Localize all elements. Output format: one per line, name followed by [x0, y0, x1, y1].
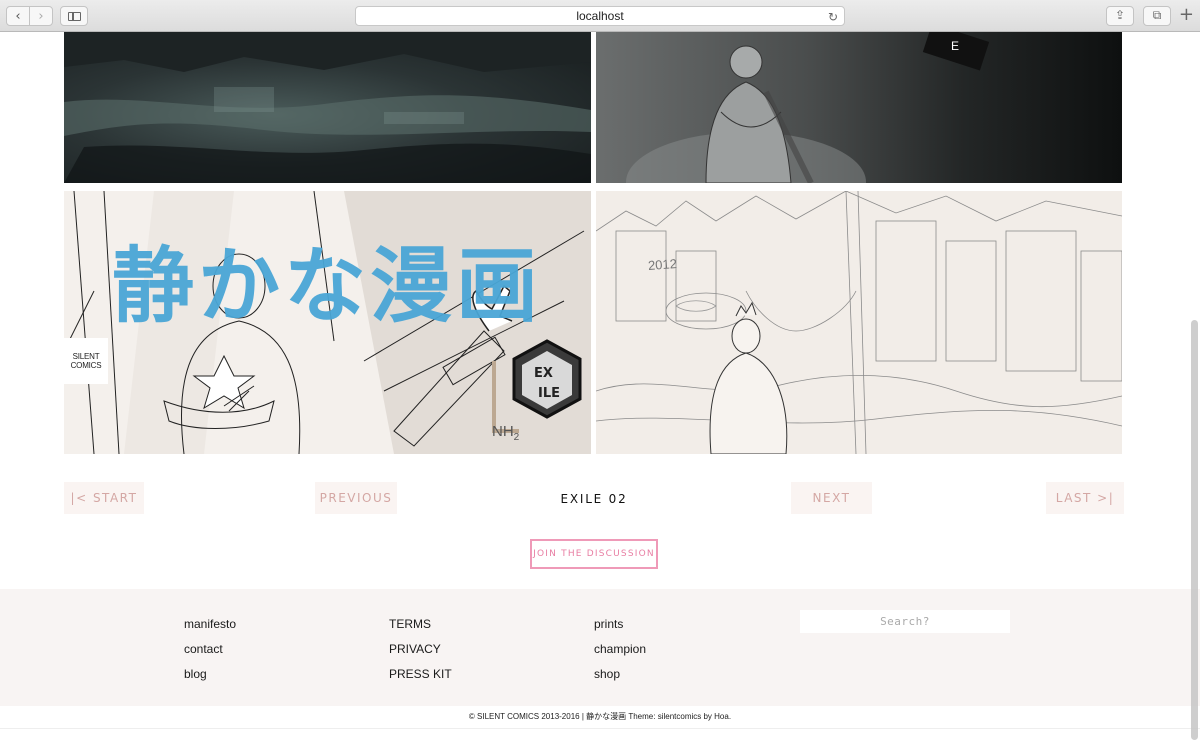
- logo-line-2: COMICS: [70, 361, 102, 370]
- comic-panel-4: 2012: [596, 191, 1122, 454]
- svg-text:E: E: [951, 39, 959, 53]
- tabs-icon: ⧉: [1152, 8, 1162, 22]
- next-page-button[interactable]: NEXT: [791, 482, 872, 514]
- footer-link-champion[interactable]: champion: [594, 642, 646, 656]
- share-icon: ⇪: [1114, 8, 1126, 22]
- bottom-strip: [0, 728, 1200, 750]
- browser-toolbar: ‹ › localhost ↻ ⇪ ⧉ +: [0, 0, 1200, 32]
- current-page-title: EXILE 02: [560, 492, 628, 506]
- footer-link-shop[interactable]: shop: [594, 667, 620, 681]
- comic-panel-3: EX ILE 静かな漫画 SILENT COMICS NH2: [64, 191, 591, 454]
- tabs-overview-button[interactable]: ⧉: [1143, 6, 1171, 26]
- footer-link-privacy[interactable]: PRIVACY: [389, 642, 441, 656]
- url-text: localhost: [576, 9, 624, 23]
- address-bar[interactable]: localhost ↻: [355, 6, 845, 26]
- panel-title-japanese: 静かな漫画: [112, 239, 543, 334]
- footer-link-terms[interactable]: TERMS: [389, 617, 431, 631]
- nh2-label: NH2: [492, 423, 519, 443]
- copyright-text: © SILENT COMICS 2013-2016 | 静かな漫画 Theme:…: [468, 712, 732, 721]
- logo-line-1: SILENT: [72, 352, 100, 361]
- sidebar-toggle-button[interactable]: [60, 6, 88, 26]
- footer-link-blog[interactable]: blog: [184, 667, 207, 681]
- back-button[interactable]: ‹: [6, 6, 30, 26]
- chevron-right-icon: ›: [38, 8, 44, 24]
- page-scrollbar[interactable]: [1191, 320, 1198, 740]
- nh2-subscript: 2: [513, 432, 520, 443]
- chevron-left-icon: ‹: [15, 8, 21, 24]
- nh2-text: NH: [492, 423, 514, 440]
- search-input[interactable]: Search?: [800, 610, 1010, 633]
- footer-link-press-kit[interactable]: PRESS KIT: [389, 667, 452, 681]
- last-page-button[interactable]: LAST >|: [1046, 482, 1124, 514]
- start-page-button[interactable]: |< START: [64, 482, 144, 514]
- panel-4-art: [596, 191, 1122, 454]
- sidebar-icon: [68, 12, 81, 21]
- panel-2-art: E: [626, 32, 990, 183]
- previous-page-button[interactable]: PREVIOUS: [315, 482, 397, 514]
- svg-text:ILE: ILE: [538, 386, 560, 401]
- footer-link-prints[interactable]: prints: [594, 617, 623, 631]
- footer-link-manifesto[interactable]: manifesto: [184, 617, 236, 631]
- join-discussion-button[interactable]: JOIN THE DISCUSSION: [530, 539, 658, 569]
- svg-text:EX: EX: [534, 366, 553, 381]
- footer-link-contact[interactable]: contact: [184, 642, 223, 656]
- sketch-year-text: 2012: [647, 256, 678, 273]
- silent-comics-logo: SILENT COMICS: [64, 338, 108, 384]
- comic-panel-1: [64, 32, 591, 183]
- forward-button[interactable]: ›: [29, 6, 53, 26]
- share-button[interactable]: ⇪: [1106, 6, 1134, 26]
- comic-panel-2: E: [596, 32, 1122, 183]
- panel-1-art: [64, 32, 591, 183]
- reload-icon[interactable]: ↻: [828, 8, 838, 26]
- new-tab-icon[interactable]: +: [1179, 4, 1194, 25]
